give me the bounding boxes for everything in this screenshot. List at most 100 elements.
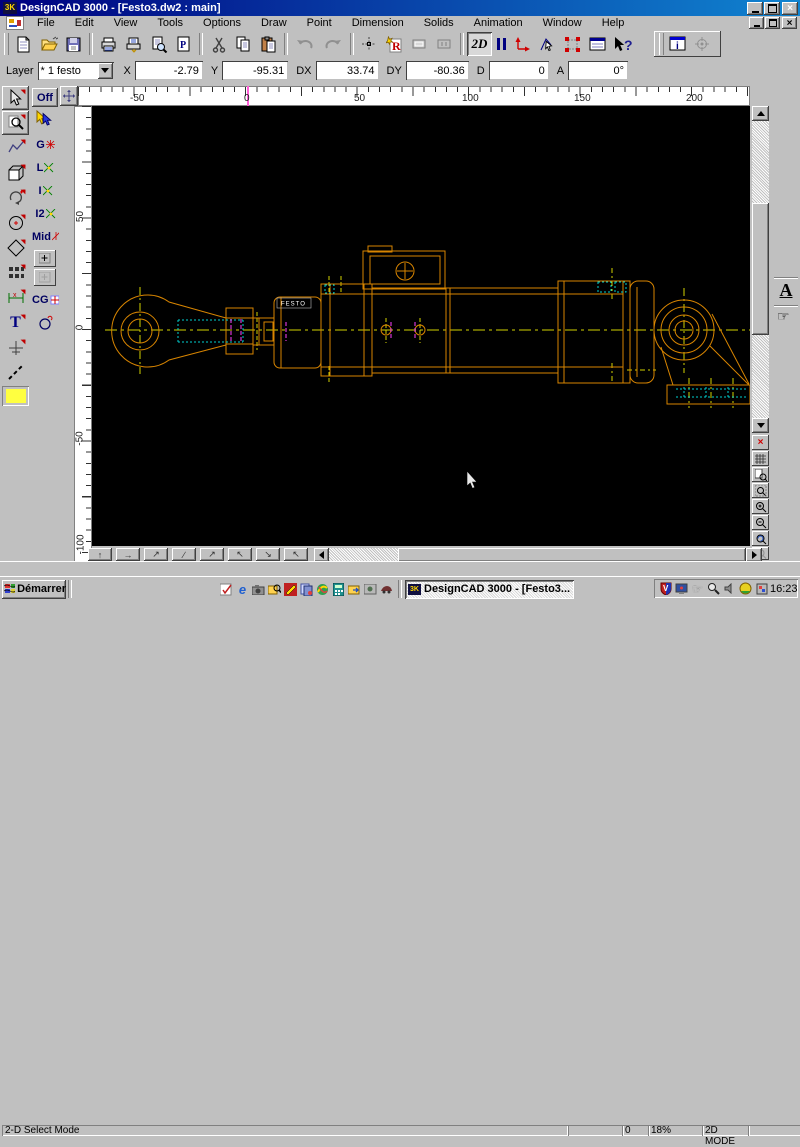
snap-off-button[interactable]: Off xyxy=(32,88,58,107)
point-select-button[interactable] xyxy=(357,32,382,56)
view-arrow-button-6[interactable]: ↖ xyxy=(228,548,252,561)
paper-setup-button[interactable]: P xyxy=(171,32,196,56)
minimize-button[interactable] xyxy=(747,2,763,15)
snap-gravity-button[interactable]: G xyxy=(32,133,59,156)
tray-speaker-icon[interactable] xyxy=(722,581,737,596)
ruler-origin-button[interactable] xyxy=(60,86,78,106)
delete-button[interactable]: × xyxy=(752,435,769,450)
menu-help[interactable]: Help xyxy=(592,17,635,29)
rotate-tool-button[interactable] xyxy=(2,186,29,210)
copy-button[interactable] xyxy=(231,32,256,56)
print-to-file-button[interactable] xyxy=(121,32,146,56)
menu-solids[interactable]: Solids xyxy=(414,17,464,29)
zoom-previous-button[interactable] xyxy=(752,531,769,546)
info-window-button[interactable]: i xyxy=(666,33,690,55)
zoom-tool-button[interactable] xyxy=(2,111,29,135)
dy-input[interactable] xyxy=(405,61,469,80)
y-input[interactable] xyxy=(222,61,289,80)
zoom-in-button[interactable] xyxy=(752,499,769,514)
polygon-tool-button[interactable] xyxy=(2,236,29,260)
snap-gravity-center-button[interactable]: CG xyxy=(32,288,59,311)
x-input[interactable] xyxy=(134,61,203,80)
close-button[interactable]: × xyxy=(782,2,798,15)
quicklaunch-designer-icon[interactable] xyxy=(283,582,298,597)
vscroll-thumb[interactable] xyxy=(752,203,769,335)
drawing-canvas[interactable]: FESTO xyxy=(92,106,757,546)
start-button[interactable]: Démarrer xyxy=(2,579,66,599)
mode-2d-button[interactable]: 2D xyxy=(467,32,492,56)
vscroll-up-button[interactable] xyxy=(752,106,769,121)
zoom-out-button[interactable] xyxy=(752,515,769,530)
document-icon[interactable] xyxy=(7,17,23,29)
tray-hand-icon[interactable]: ☞ xyxy=(690,581,705,596)
quicklaunch-calc-icon[interactable] xyxy=(331,582,346,597)
hatch-tool-button[interactable] xyxy=(2,261,29,285)
menu-window[interactable]: Window xyxy=(533,17,592,29)
quicklaunch-camera-icon[interactable] xyxy=(251,582,266,597)
point-tool-button[interactable] xyxy=(2,336,29,360)
hscroll-right-button[interactable] xyxy=(746,548,762,562)
save-button[interactable] xyxy=(61,32,86,56)
menu-options[interactable]: Options xyxy=(193,17,251,29)
quicklaunch-find-icon[interactable] xyxy=(267,582,282,597)
mdi-close-button[interactable]: × xyxy=(782,17,797,29)
text-color-button[interactable]: A xyxy=(776,280,796,302)
view-arrow-button-3[interactable]: ↗ xyxy=(144,548,168,561)
dimension-tool-button[interactable]: x xyxy=(2,286,29,310)
menu-dimension[interactable]: Dimension xyxy=(342,17,414,29)
view-arrow-button-4[interactable]: ∕ xyxy=(172,548,196,561)
a-input[interactable] xyxy=(568,61,629,80)
view-arrow-button-5[interactable]: ↗ xyxy=(200,548,224,561)
quicklaunch-files-icon[interactable] xyxy=(299,582,314,597)
tray-magnifier-icon[interactable] xyxy=(706,581,721,596)
vscroll-down-button[interactable] xyxy=(752,418,769,433)
menu-point[interactable]: Point xyxy=(297,17,342,29)
menu-file[interactable]: File xyxy=(27,17,65,29)
macro-button-disabled[interactable] xyxy=(407,32,432,56)
grid-toggle-button[interactable] xyxy=(752,451,769,466)
snap-intersection2-button[interactable]: I2 xyxy=(32,202,59,225)
macro-pause-button-disabled[interactable] xyxy=(432,32,457,56)
dx-input[interactable] xyxy=(315,61,379,80)
quicklaunch-notes-icon[interactable] xyxy=(219,582,234,597)
snap-tangent-button[interactable] xyxy=(32,311,59,334)
hscroll-track[interactable] xyxy=(329,548,746,562)
task-button-designcad[interactable]: 3K DesignCAD 3000 - [Festo3... xyxy=(405,579,574,599)
restore-button[interactable] xyxy=(764,2,780,15)
snap-midpoint-button[interactable]: Mid xyxy=(32,225,59,248)
undo-button[interactable] xyxy=(291,32,319,56)
print-button[interactable] xyxy=(96,32,121,56)
vscroll-track[interactable] xyxy=(752,121,769,418)
axis-button[interactable] xyxy=(510,32,535,56)
menu-tools[interactable]: Tools xyxy=(147,17,193,29)
hand-pointer-icon[interactable]: ☞ xyxy=(777,308,790,325)
zoom-page-button[interactable] xyxy=(752,467,769,482)
paste-button[interactable] xyxy=(256,32,281,56)
tray-display-icon[interactable] xyxy=(674,581,689,596)
tray-antivirus-icon[interactable]: V xyxy=(658,581,673,596)
open-button[interactable] xyxy=(36,32,61,56)
zoom-window-button[interactable] xyxy=(752,483,769,498)
view-arrow-button-7[interactable]: ↘ xyxy=(256,548,280,561)
redo-button[interactable] xyxy=(319,32,347,56)
hscroll-left-button[interactable] xyxy=(314,548,329,562)
snap-grid2-button-disabled[interactable] xyxy=(34,269,56,286)
record-button[interactable]: R xyxy=(382,32,407,56)
quicklaunch-draw-icon[interactable] xyxy=(315,582,330,597)
hscroll-thumb[interactable] xyxy=(398,548,746,562)
menu-animation[interactable]: Animation xyxy=(464,17,533,29)
menu-view[interactable]: View xyxy=(104,17,148,29)
d-input[interactable] xyxy=(488,61,549,80)
mdi-minimize-button[interactable] xyxy=(749,17,764,29)
view-arrow-button-8[interactable]: ↖ xyxy=(284,548,308,561)
snap-line-button[interactable]: L xyxy=(32,156,59,179)
point-target-button-disabled[interactable] xyxy=(690,33,714,55)
cursor-tools-button[interactable] xyxy=(32,107,59,133)
view-arrow-button-2[interactable]: → xyxy=(116,548,140,561)
print-preview-button[interactable] xyxy=(146,32,171,56)
toolbar-grip[interactable] xyxy=(4,33,9,55)
layer-combobox[interactable]: * 1 festo xyxy=(37,61,114,80)
menu-edit[interactable]: Edit xyxy=(65,17,104,29)
text-tool-button[interactable]: T xyxy=(2,311,29,335)
current-color-swatch[interactable] xyxy=(2,386,29,406)
